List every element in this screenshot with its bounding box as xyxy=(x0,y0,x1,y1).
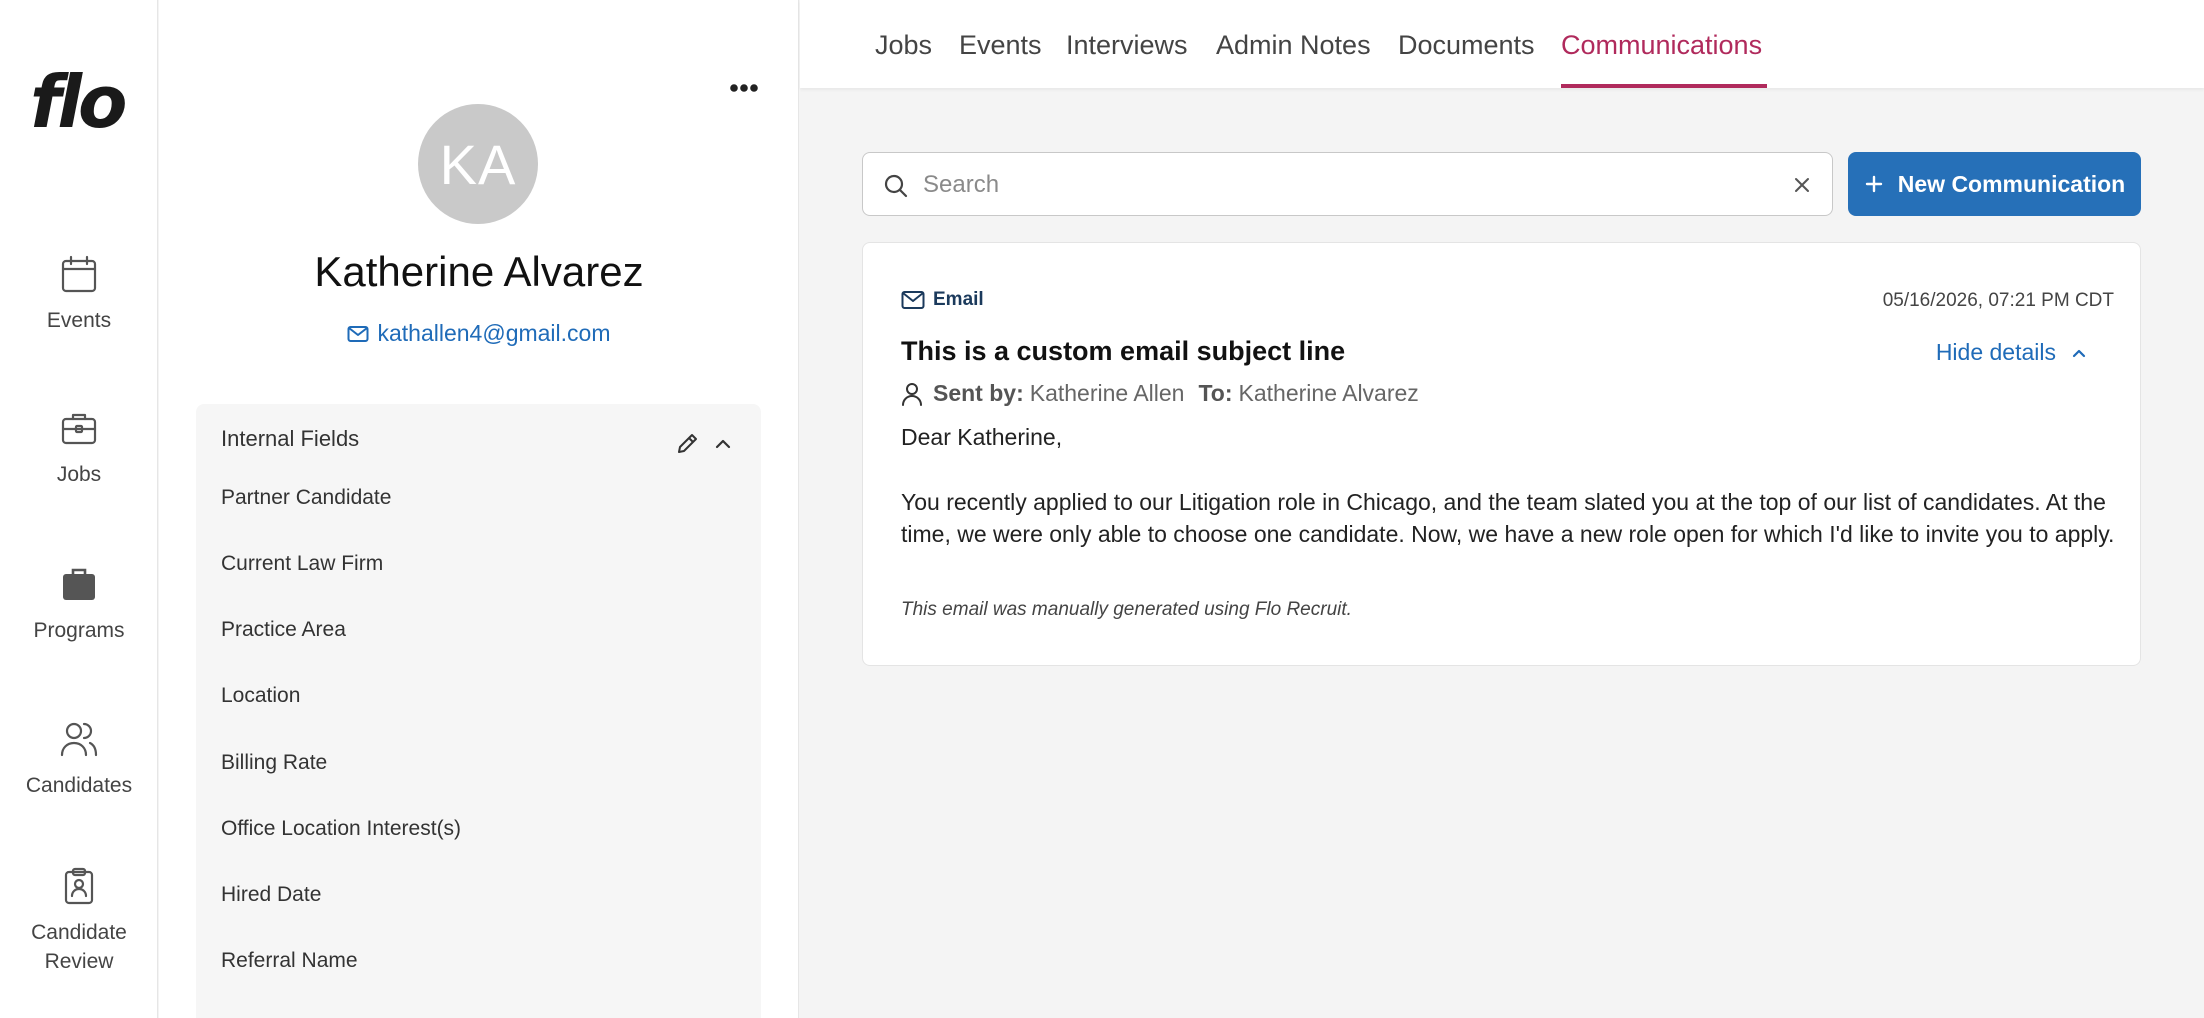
tab-events[interactable]: Events xyxy=(959,30,1042,61)
field-location: Location xyxy=(221,684,301,707)
nav-item-candidates[interactable]: Candidates xyxy=(0,719,158,800)
pencil-icon[interactable] xyxy=(675,430,701,456)
nav-item-events[interactable]: Events xyxy=(0,254,158,335)
email-footer-note: This email was manually generated using … xyxy=(901,599,1352,620)
profile-tabs: Jobs Events Interviews Admin Notes Docum… xyxy=(800,0,2204,88)
candidate-name: Katherine Alvarez xyxy=(314,248,644,295)
nav-item-label: Jobs xyxy=(56,463,102,486)
internal-fields-title: Internal Fields xyxy=(221,426,360,451)
to-value: Katherine Alvarez xyxy=(1238,380,1419,406)
tab-interviews[interactable]: Interviews xyxy=(1066,30,1188,61)
nav-item-programs[interactable]: Programs xyxy=(0,564,158,645)
nav-item-jobs[interactable]: Jobs xyxy=(0,408,158,489)
hide-details-label: Hide details xyxy=(1935,339,2056,365)
user-icon xyxy=(902,382,922,406)
communication-type-label: Email xyxy=(933,289,984,310)
new-communication-button[interactable]: New Communication xyxy=(1848,152,2141,216)
email-greeting: Dear Katherine, xyxy=(901,424,1063,450)
search-box xyxy=(862,152,1833,216)
search-icon xyxy=(884,174,908,198)
briefcase-icon xyxy=(61,413,97,445)
nav-item-label: Programs xyxy=(33,619,125,642)
plus-icon xyxy=(1865,175,1882,193)
calendar-icon xyxy=(61,255,97,293)
tab-documents[interactable]: Documents xyxy=(1398,30,1535,61)
to-label: To: xyxy=(1198,380,1233,406)
chevron-up-icon xyxy=(2072,349,2086,357)
field-billing-rate: Billing Rate xyxy=(221,751,328,774)
field-hired-date: Hired Date xyxy=(221,883,322,906)
more-options-icon[interactable] xyxy=(728,78,760,98)
communication-type: Email xyxy=(901,289,984,311)
mail-icon xyxy=(901,291,925,309)
close-icon[interactable] xyxy=(1792,175,1812,195)
new-communication-label: New Communication xyxy=(1897,170,2126,197)
internal-fields-section: Internal Fields Partner Candidate Curren… xyxy=(196,404,761,1018)
nav-item-label: Candidate Review xyxy=(31,921,127,973)
tab-admin-notes[interactable]: Admin Notes xyxy=(1216,30,1371,61)
field-referral-name: Referral Name xyxy=(221,949,358,972)
communication-meta: Sent by: Katherine Allen To: Katherine A… xyxy=(901,380,1419,407)
mail-icon xyxy=(347,325,369,342)
field-current-law-firm: Current Law Firm xyxy=(221,552,384,575)
field-practice-area: Practice Area xyxy=(221,618,346,641)
active-tab-indicator xyxy=(1561,84,1767,88)
candidate-email-link[interactable]: kathallen4@gmail.com xyxy=(159,320,799,347)
field-partner-candidate: Partner Candidate xyxy=(221,486,392,509)
candidate-profile-panel: KA Katherine Alvarez kathallen4@gmail.co… xyxy=(159,0,799,1018)
sent-by-label: Sent by: xyxy=(933,380,1024,406)
chevron-up-icon[interactable] xyxy=(713,434,733,454)
tab-jobs[interactable]: Jobs xyxy=(875,30,932,61)
search-input[interactable] xyxy=(923,165,1763,205)
candidate-email: kathallen4@gmail.com xyxy=(377,320,611,346)
tab-communications[interactable]: Communications xyxy=(1561,30,1762,61)
sent-by-value: Katherine Allen xyxy=(1029,380,1185,406)
email-body: You recently applied to our Litigation r… xyxy=(901,489,2115,547)
communication-subject: This is a custom email subject line xyxy=(901,336,1346,366)
nav-item-candidate-review[interactable]: Candidate Review xyxy=(0,866,158,976)
field-office-location-interest: Office Location Interest(s) xyxy=(221,817,462,840)
avatar: KA xyxy=(418,104,538,224)
communication-datetime: 05/16/2026, 07:21 PM CDT xyxy=(1882,290,2114,311)
flo-logo[interactable]: flo xyxy=(30,66,127,138)
nav-item-label: Events xyxy=(46,309,112,332)
hide-details-toggle[interactable]: Hide details xyxy=(1936,339,2088,366)
nav-item-label: Candidates xyxy=(25,774,133,797)
side-nav: flo Events Jobs Programs Candidates Cand… xyxy=(0,0,158,1018)
briefcase-filled-icon xyxy=(63,568,95,600)
users-icon xyxy=(60,722,98,757)
clipboard-user-icon xyxy=(64,867,94,905)
communication-card: Email 05/16/2026, 07:21 PM CDT This is a… xyxy=(862,242,2141,666)
